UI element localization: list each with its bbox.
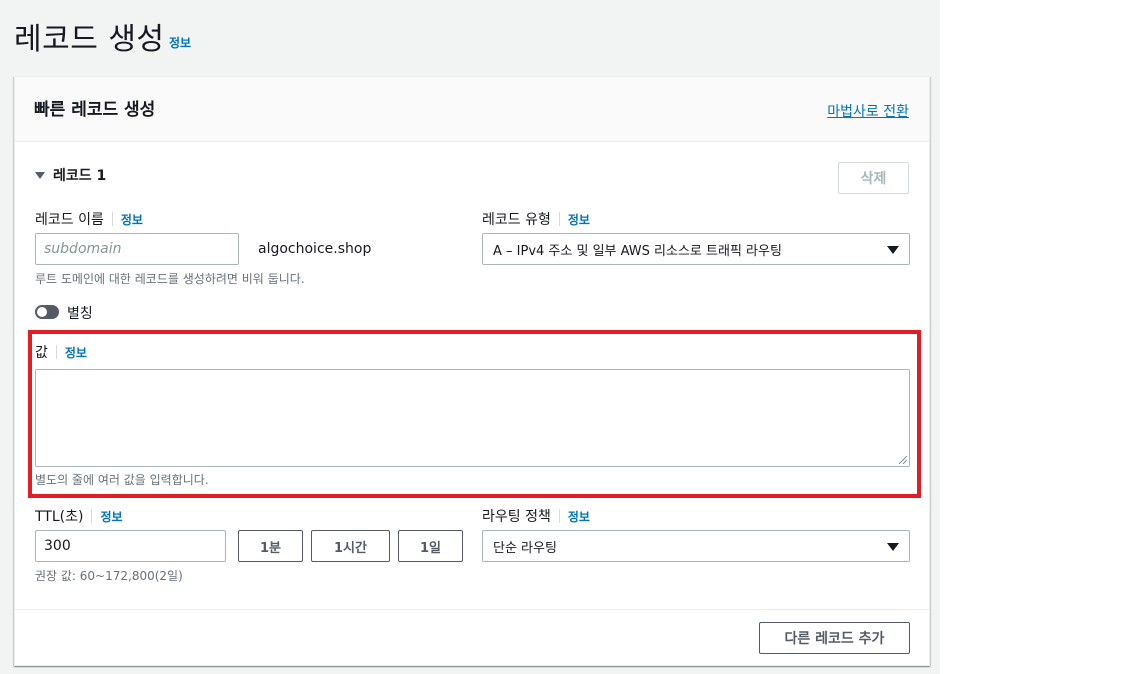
record-name-input[interactable]: [35, 233, 239, 265]
ttl-input[interactable]: [35, 530, 226, 562]
label-divider: [558, 509, 560, 523]
record-type-info-link[interactable]: 정보: [568, 211, 590, 228]
value-info-link[interactable]: 정보: [65, 344, 87, 361]
record-1-toggle[interactable]: 레코드 1: [35, 165, 106, 185]
delete-record-button[interactable]: 삭제: [838, 162, 909, 194]
routing-info-link[interactable]: 정보: [568, 508, 590, 525]
quick-create-panel: 빠른 레코드 생성 마법사로 전환 레코드 1 삭제 레코드 이름 정보 alg…: [14, 76, 930, 666]
record-name-label: 레코드 이름: [35, 212, 104, 228]
record-type-label: 레코드 유형: [482, 212, 551, 228]
value-hint: 별도의 줄에 여러 값을 입력합니다.: [35, 473, 209, 487]
caret-down-icon: [35, 171, 45, 179]
record-type-selected: A – IPv4 주소 및 일부 AWS 리소스로 트래픽 라우팅: [493, 243, 782, 259]
ttl-1-day-button[interactable]: 1일: [398, 530, 463, 562]
value-textarea[interactable]: [35, 369, 910, 467]
label-divider: [558, 212, 560, 226]
domain-suffix: algochoice.shop: [258, 241, 372, 257]
record-name-info-link[interactable]: 정보: [121, 211, 143, 228]
alias-label: 별칭: [67, 306, 93, 322]
record-type-select[interactable]: A – IPv4 주소 및 일부 AWS 리소스로 트래픽 라우팅: [482, 233, 910, 265]
label-divider: [111, 212, 113, 226]
switch-to-wizard-link[interactable]: 마법사로 전환: [827, 101, 909, 121]
page-title: 레코드 생성: [14, 22, 165, 57]
panel-title: 빠른 레코드 생성: [34, 100, 156, 120]
dropdown-caret-icon: [887, 543, 899, 551]
toggle-knob: [37, 307, 47, 317]
panel-header: 빠른 레코드 생성 마법사로 전환: [15, 77, 929, 142]
value-label-row: 값 정보: [35, 342, 87, 362]
page-info-link[interactable]: 정보: [169, 34, 191, 51]
dropdown-caret-icon: [887, 246, 899, 254]
ttl-1-hour-button[interactable]: 1시간: [311, 530, 390, 562]
record-name-hint: 루트 도메인에 대한 레코드를 생성하려면 비워 둡니다.: [35, 272, 305, 286]
panel-footer-divider: [15, 609, 929, 610]
routing-policy-selected: 단순 라우팅: [493, 540, 557, 556]
ttl-hint: 권장 값: 60~172,800(2일): [35, 569, 183, 583]
record-type-label-row: 레코드 유형 정보: [482, 209, 590, 229]
ttl-info-link[interactable]: 정보: [100, 508, 122, 525]
alias-toggle[interactable]: [35, 305, 59, 319]
ttl-label-row: TTL(초) 정보: [35, 506, 123, 526]
routing-label: 라우팅 정책: [482, 509, 551, 525]
routing-label-row: 라우팅 정책 정보: [482, 506, 590, 526]
label-divider: [55, 345, 57, 359]
ttl-label: TTL(초): [35, 509, 84, 525]
record-name-label-row: 레코드 이름 정보: [35, 209, 143, 229]
record-header-label: 레코드 1: [53, 168, 107, 184]
resize-grip-icon[interactable]: [899, 456, 907, 464]
value-label: 값: [35, 345, 48, 361]
label-divider: [91, 509, 93, 523]
routing-policy-select[interactable]: 단순 라우팅: [482, 530, 910, 562]
add-another-record-button[interactable]: 다른 레코드 추가: [759, 622, 910, 654]
ttl-1-minute-button[interactable]: 1분: [238, 530, 303, 562]
